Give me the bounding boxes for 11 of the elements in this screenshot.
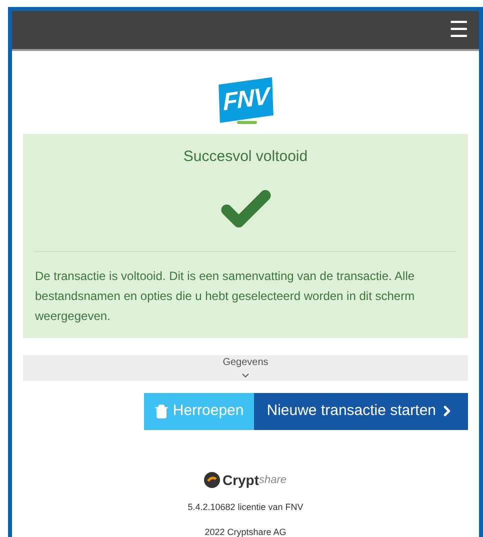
panel-title: Succesvol voltooid <box>182 147 309 167</box>
menu-button[interactable]: ☰ <box>449 19 469 41</box>
version-text: 5.4.2.10682 licentie van FNV <box>188 500 304 514</box>
cryptshare-logo: Cryptshare <box>204 470 287 490</box>
new-transaction-button[interactable]: Nieuwe transactie starten <box>254 392 468 430</box>
result-message: De transactie is voltooid. Dit is een samenvatting van de transactie. Alle bestandsnamen en opties die u hebt geselecteerd worden in dit scherm weergegeven. <box>35 268 416 324</box>
logo: FNV <box>216 78 274 122</box>
logo-icon <box>204 472 220 488</box>
trash-icon <box>154 404 169 418</box>
copyright-text: 2022 Cryptshare AG <box>204 526 286 537</box>
details-toggle[interactable]: Gegevens <box>23 354 468 380</box>
